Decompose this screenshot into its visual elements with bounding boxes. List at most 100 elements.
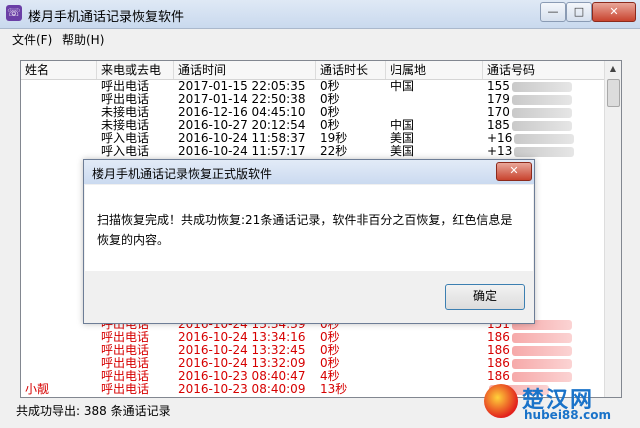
- cell-location: 中国: [390, 119, 415, 132]
- window-title: 楼月手机通话记录恢复软件: [28, 10, 185, 25]
- cell-call-type: 呼入电话: [101, 145, 150, 158]
- table-row[interactable]: 呼出电话 2017-01-15 22:05:35 0秒 中国 155: [21, 80, 605, 93]
- cell-call-time: 2016-10-23 08:40:09: [178, 383, 306, 396]
- cell-number: 186: [483, 357, 605, 370]
- watermark: 楚汉网 hubei88.com: [484, 382, 634, 424]
- cell-duration: 22秒: [320, 145, 348, 158]
- vertical-scrollbar[interactable]: ▲: [604, 61, 621, 397]
- table-row[interactable]: 呼出电话 2016-10-24 13:32:09 0秒 186: [21, 357, 605, 370]
- redacted-number: [514, 133, 575, 144]
- cell-call-type: 呼出电话: [101, 370, 150, 383]
- cell-number: 170: [483, 106, 605, 119]
- cell-name: [21, 132, 97, 145]
- cell-name: [21, 80, 97, 93]
- cell-duration: 0秒: [320, 357, 340, 370]
- cell-number: +13: [483, 145, 605, 158]
- column-header-duration[interactable]: 通话时长: [316, 61, 386, 79]
- cell-call-time: 2017-01-14 22:50:38: [178, 93, 306, 106]
- redacted-number: [511, 94, 572, 105]
- redacted-number: [511, 358, 572, 369]
- table-row[interactable]: 呼入电话 2016-10-24 11:58:37 19秒 美国 +16: [21, 132, 605, 145]
- cell-name: [21, 106, 97, 119]
- cell-location: [386, 331, 483, 344]
- cell-duration: 0秒: [320, 119, 340, 132]
- dialog-title: 楼月手机通话记录恢复正式版软件: [92, 167, 273, 181]
- cell-call-type: 呼出电话: [101, 383, 150, 396]
- redacted-number: [511, 107, 572, 118]
- table-row[interactable]: 呼出电话 2017-01-14 22:50:38 0秒 179: [21, 93, 605, 106]
- cell-call-type: 呼出电话: [101, 344, 150, 357]
- cell-number: 185: [483, 119, 605, 132]
- ok-button[interactable]: 确定: [445, 284, 525, 310]
- redacted-number: [511, 371, 572, 382]
- column-header-call-time[interactable]: 通话时间: [174, 61, 316, 79]
- cell-duration: 0秒: [320, 344, 340, 357]
- cell-call-type: 呼出电话: [101, 357, 150, 370]
- cell-location: 美国: [390, 132, 415, 145]
- dialog-body: 扫描恢复完成！共成功恢复:21条通话记录，软件非百分之百恢复，红色信息是恢复的内…: [85, 185, 533, 271]
- cell-call-type: 未接电话: [101, 106, 150, 119]
- table-row[interactable]: 呼出电话 2016-10-24 13:32:45 0秒 186: [21, 344, 605, 357]
- table-row[interactable]: 呼入电话 2016-10-24 11:57:17 22秒 美国 +13: [21, 145, 605, 158]
- menu-help[interactable]: 帮助(H): [62, 31, 104, 48]
- redacted-number: [511, 81, 572, 92]
- cell-call-time: 2016-10-24 11:57:17: [178, 145, 306, 158]
- redacted-number: [514, 146, 575, 157]
- minimize-button[interactable]: —: [540, 2, 566, 22]
- maximize-button[interactable]: □: [566, 2, 592, 22]
- menu-bar: 文件(F) 帮助(H): [0, 29, 640, 49]
- cell-name: [21, 145, 97, 158]
- column-header-call-type[interactable]: 来电或去电: [97, 61, 174, 79]
- redacted-number: [511, 120, 572, 131]
- column-header-number[interactable]: 通话号码: [483, 61, 605, 79]
- table-row[interactable]: 未接电话 2016-10-27 20:12:54 0秒 中国 185: [21, 119, 605, 132]
- cell-call-time: 2016-10-24 13:32:09: [178, 357, 306, 370]
- cell-call-type: 呼出电话: [101, 331, 150, 344]
- cell-name: [21, 331, 97, 344]
- scroll-up-arrow-icon[interactable]: ▲: [605, 61, 621, 77]
- cell-duration: 4秒: [320, 370, 340, 383]
- cell-location: [386, 357, 483, 370]
- app-phone-icon: ☏: [6, 5, 22, 21]
- cell-call-type: 未接电话: [101, 119, 150, 132]
- cell-name: [21, 119, 97, 132]
- cell-call-type: 呼出电话: [101, 80, 150, 93]
- cell-call-type: 呼出电话: [101, 93, 150, 106]
- cell-duration: 0秒: [320, 106, 340, 119]
- table-row[interactable]: 呼出电话 2016-10-24 13:34:16 0秒 186: [21, 331, 605, 344]
- status-text: 共成功导出: 388 条通话记录: [16, 404, 171, 418]
- cell-location: [386, 344, 483, 357]
- cell-location: [386, 93, 483, 106]
- cell-number: 186: [483, 331, 605, 344]
- dialog-close-button[interactable]: ✕: [496, 162, 532, 181]
- close-button[interactable]: ✕: [592, 2, 636, 22]
- dialog-titlebar: 楼月手机通话记录恢复正式版软件 ✕: [84, 160, 534, 184]
- cell-duration: 19秒: [320, 132, 348, 145]
- dialog-message: 扫描恢复完成！共成功恢复:21条通话记录，软件非百分之百恢复，红色信息是恢复的内…: [97, 213, 513, 247]
- cell-name: 小靓: [25, 383, 50, 396]
- cell-call-time: 2017-01-15 22:05:35: [178, 80, 306, 93]
- cell-call-time: 2016-10-27 20:12:54: [178, 119, 306, 132]
- cell-name: [21, 93, 97, 106]
- cell-location: 中国: [390, 80, 415, 93]
- cell-name: [21, 357, 97, 370]
- cell-location: [386, 383, 483, 396]
- cell-location: 美国: [390, 145, 415, 158]
- cell-call-time: 2016-10-24 11:58:37: [178, 132, 306, 145]
- cell-location: [386, 106, 483, 119]
- cell-name: [21, 344, 97, 357]
- watermark-logo-icon: [484, 384, 518, 418]
- redacted-number: [511, 345, 572, 356]
- cell-duration: 0秒: [320, 93, 340, 106]
- watermark-en: hubei88.com: [524, 408, 612, 422]
- cell-duration: 0秒: [320, 80, 340, 93]
- cell-call-time: 2016-10-24 13:32:45: [178, 344, 306, 357]
- cell-number: 179: [483, 93, 605, 106]
- menu-file[interactable]: 文件(F): [12, 31, 52, 48]
- cell-number: 155: [483, 80, 605, 93]
- scrollbar-thumb[interactable]: [607, 79, 620, 107]
- cell-call-time: 2016-10-24 13:34:16: [178, 331, 306, 344]
- table-row[interactable]: 未接电话 2016-12-16 04:45:10 0秒 170: [21, 106, 605, 119]
- column-header-name[interactable]: 姓名: [21, 61, 97, 79]
- column-header-location[interactable]: 归属地: [386, 61, 483, 79]
